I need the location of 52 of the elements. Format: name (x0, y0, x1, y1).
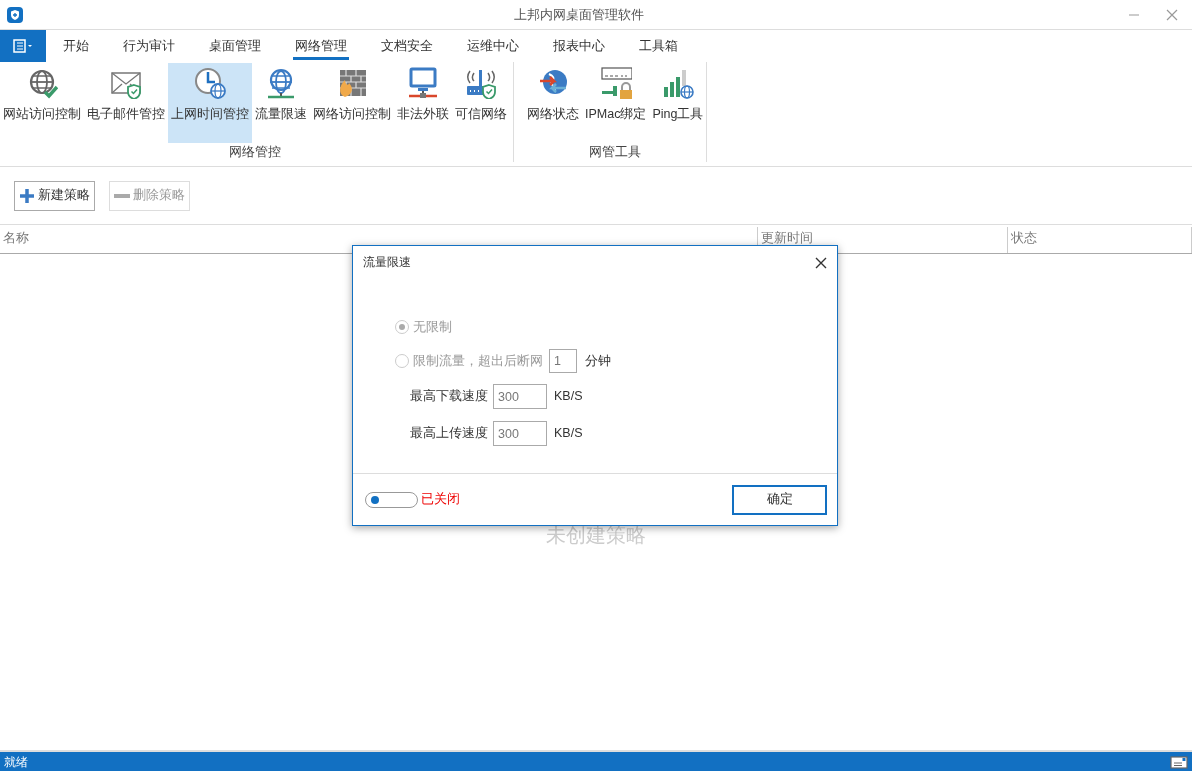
unit-label: KB/S (554, 425, 583, 443)
field-label: 最高下载速度 (410, 388, 488, 406)
computer-network-icon (407, 67, 439, 99)
ribbon-tab[interactable]: 文档安全 (365, 30, 449, 62)
ribbon-button[interactable]: 流量限速 (252, 63, 310, 143)
plus-icon (19, 187, 35, 204)
ribbon-button[interactable]: 网络状态 (524, 63, 582, 143)
group-label: 网络管控 (228, 144, 282, 161)
speed-field[interactable]: 300 (493, 384, 547, 409)
clock-globe-icon (194, 67, 226, 99)
toggle-switch[interactable] (365, 491, 418, 508)
toggle-label: 已关闭 (421, 491, 460, 509)
group-label: 网管工具 (588, 144, 643, 161)
app-logo-icon (6, 5, 24, 24)
column-header: 状态 (1011, 231, 1037, 245)
close-icon (1166, 9, 1178, 22)
ribbon-button[interactable]: 电子邮件管控 (84, 63, 168, 143)
field-label: 最高上传速度 (410, 425, 488, 443)
ribbon-tab[interactable]: 运维中心 (451, 30, 535, 62)
address-lock-icon (599, 67, 632, 99)
router-shield-icon (465, 67, 497, 99)
status-text: 就绪 (4, 753, 28, 771)
ribbon-tab[interactable]: 报表中心 (537, 30, 621, 62)
new-policy-button[interactable]: 新建策略 (14, 180, 95, 211)
ok-button[interactable]: 确定 (732, 484, 827, 515)
window-title: 上邦内网桌面管理软件 (513, 5, 645, 24)
minus-icon (114, 193, 130, 198)
column-header: 更新时间 (761, 231, 813, 245)
ribbon-button[interactable]: 可信网络 (452, 63, 510, 143)
ribbon-tab[interactable]: 工具箱 (623, 30, 694, 62)
ribbon-tab[interactable]: 桌面管理 (193, 30, 277, 62)
unit-label: 分钟 (585, 352, 611, 370)
ribbon-button[interactable]: 上网时间管控 (168, 63, 252, 143)
ribbon-tab[interactable]: 网络管理 (279, 30, 363, 62)
unit-label: KB/S (554, 388, 583, 406)
column-header: 名称 (3, 231, 29, 245)
ribbon-tab[interactable]: 行为审计 (107, 30, 191, 62)
menu-icon (13, 39, 33, 53)
option-label: 无限制 (413, 318, 452, 336)
ribbon-button[interactable]: IPMac绑定 (582, 63, 650, 143)
ribbon-button[interactable]: Ping工具 (649, 63, 707, 143)
signal-bars-globe-icon (661, 67, 694, 99)
app-menu-button[interactable] (0, 30, 46, 62)
dialog-title: 流量限速 (363, 254, 411, 271)
option-label: 限制流量，超出后断网 (413, 352, 543, 370)
ribbon-button[interactable]: 非法外联 (394, 63, 452, 143)
speed-field[interactable]: 300 (493, 421, 547, 446)
close-icon (815, 256, 827, 269)
ribbon-button[interactable]: 网站访问控制 (0, 63, 84, 143)
ribbon-tab[interactable]: 开始 (47, 30, 105, 62)
globe-network-icon (265, 67, 297, 99)
ribbon-button[interactable]: 网络访问控制 (310, 63, 394, 143)
